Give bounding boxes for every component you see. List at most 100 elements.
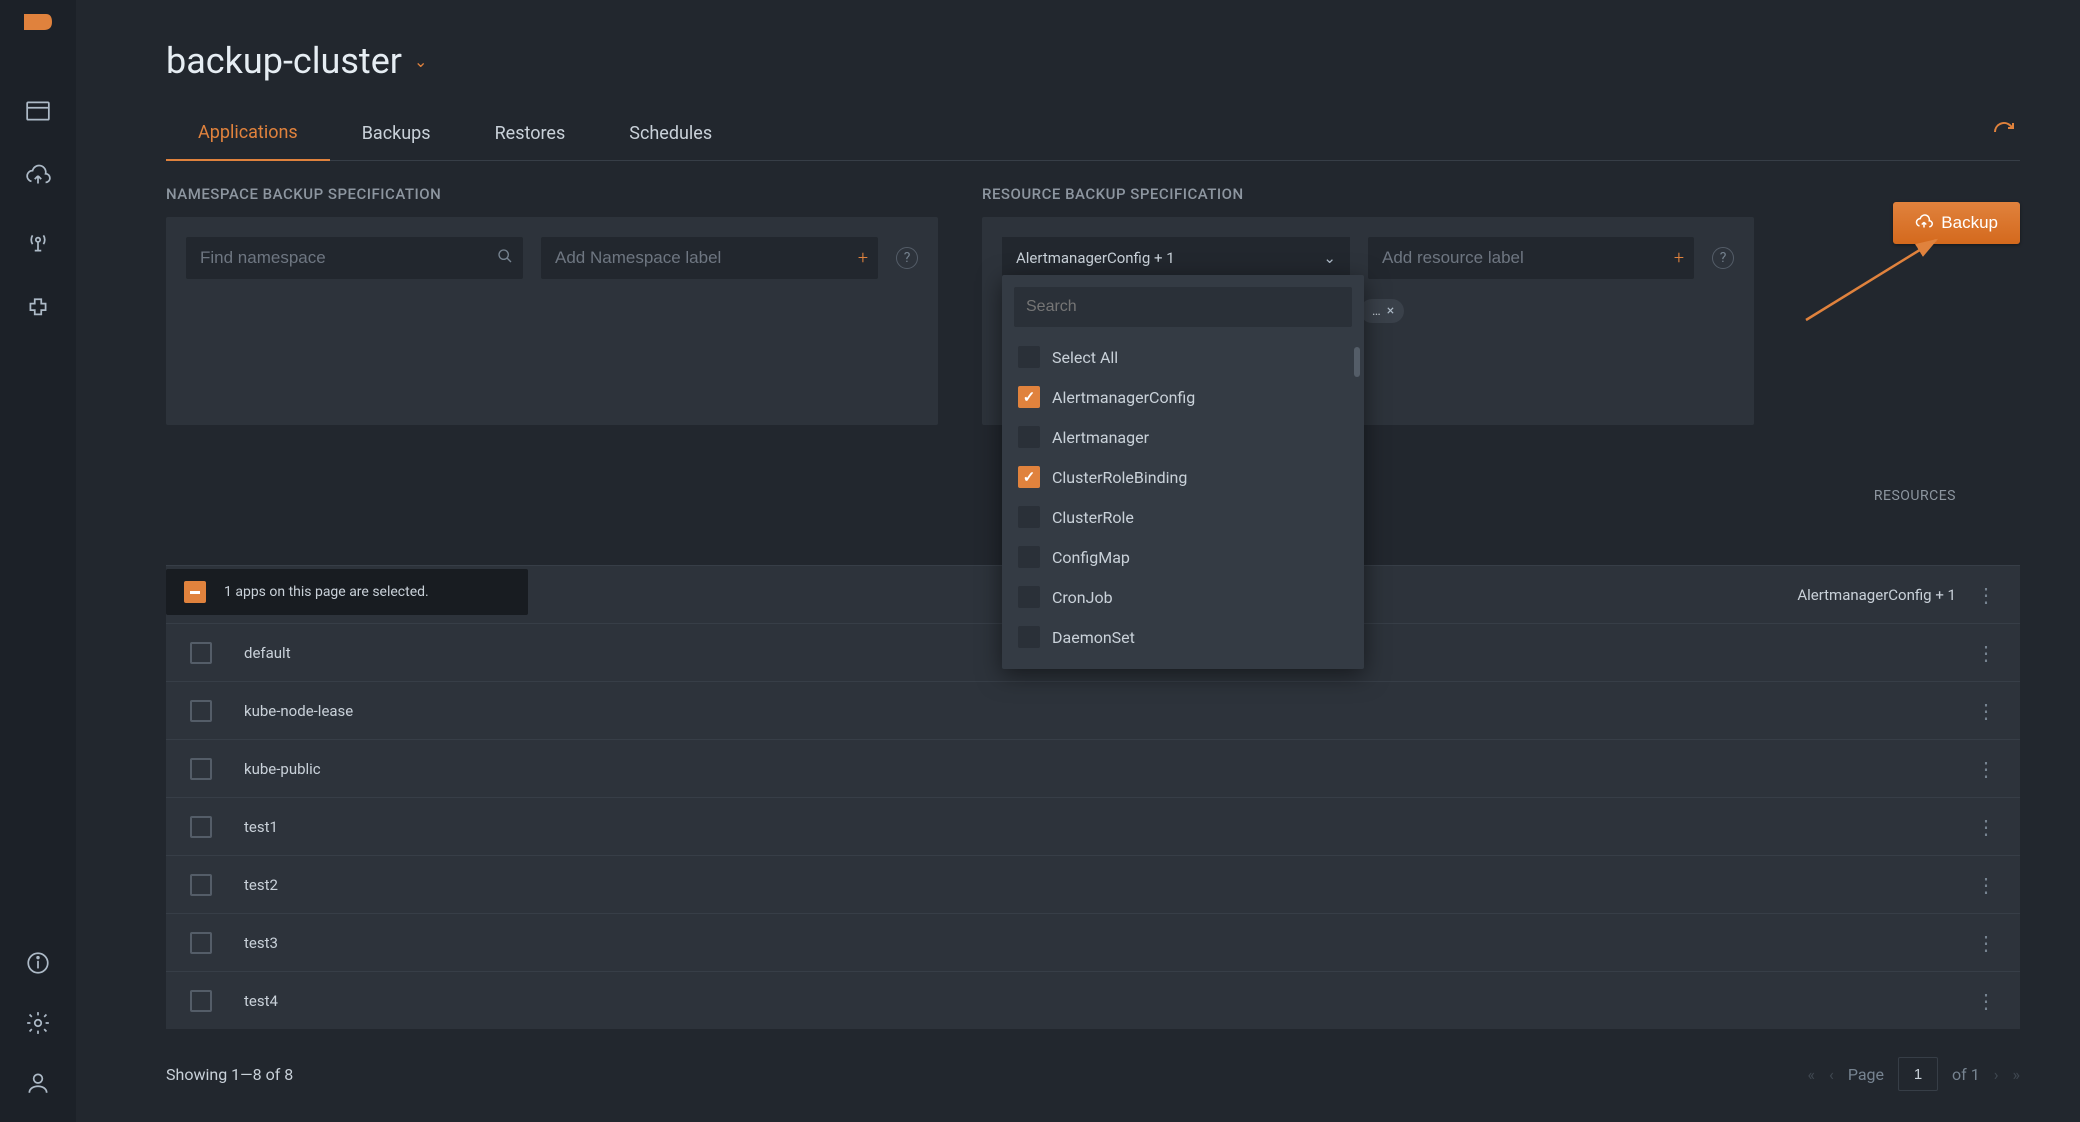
- page-current-input[interactable]: [1898, 1057, 1938, 1091]
- dropdown-item[interactable]: CronJob: [1014, 577, 1352, 617]
- resources-column-header: RESOURCES: [1874, 488, 1956, 504]
- row-name: kube-node-lease: [244, 702, 353, 720]
- checkbox-icon[interactable]: [1018, 346, 1040, 368]
- dashboard-icon[interactable]: [23, 96, 53, 126]
- row-menu-icon[interactable]: ⋮: [1976, 873, 1996, 897]
- page-of: of 1: [1952, 1065, 1980, 1084]
- page-next-icon[interactable]: ›: [1994, 1065, 1999, 1084]
- page-first-icon[interactable]: «: [1808, 1065, 1816, 1084]
- page-title-text: backup-cluster: [166, 40, 402, 82]
- main-content: backup-cluster ⌄ Applications Backups Re…: [76, 0, 2080, 1122]
- dropdown-item-label: AlertmanagerConfig: [1052, 388, 1195, 407]
- row-checkbox[interactable]: [190, 874, 212, 896]
- broadcast-icon[interactable]: [23, 228, 53, 258]
- selection-status-text: 1 apps on this page are selected.: [224, 584, 429, 600]
- dropdown-item[interactable]: ConfigMap: [1014, 537, 1352, 577]
- dropdown-item-label: ConfigMap: [1052, 548, 1130, 567]
- showing-text: Showing 1—8 of 8: [166, 1065, 293, 1084]
- dropdown-item[interactable]: ClusterRoleBinding: [1014, 457, 1352, 497]
- row-checkbox[interactable]: [190, 642, 212, 664]
- table-row[interactable]: kube-node-lease ⋮: [166, 681, 2020, 739]
- tab-applications[interactable]: Applications: [166, 106, 330, 161]
- sidebar: [0, 0, 76, 1122]
- row-name: kube-public: [244, 760, 321, 778]
- dropdown-item[interactable]: AlertmanagerConfig: [1014, 377, 1352, 417]
- tab-restores[interactable]: Restores: [463, 107, 598, 160]
- chevron-down-icon: ⌄: [1323, 249, 1336, 267]
- page-title[interactable]: backup-cluster ⌄: [166, 40, 2020, 82]
- resource-dropdown-menu: Select All AlertmanagerConfig Alertmanage…: [1002, 275, 1364, 669]
- dropdown-item[interactable]: Alertmanager: [1014, 417, 1352, 457]
- row-menu-icon[interactable]: ⋮: [1976, 757, 1996, 781]
- row-checkbox[interactable]: [190, 932, 212, 954]
- checkbox-icon[interactable]: [1018, 586, 1040, 608]
- dropdown-item-label: DaemonSet: [1052, 628, 1135, 647]
- dropdown-item-label: Alertmanager: [1052, 428, 1149, 447]
- row-menu-icon[interactable]: ⋮: [1976, 931, 1996, 955]
- table-row[interactable]: test2 ⋮: [166, 855, 2020, 913]
- row-menu-icon[interactable]: ⋮: [1976, 699, 1996, 723]
- dropdown-item[interactable]: ClusterRole: [1014, 497, 1352, 537]
- dropdown-item[interactable]: DaemonSet: [1014, 617, 1352, 657]
- dropdown-select-all[interactable]: Select All: [1014, 337, 1352, 377]
- row-menu-icon[interactable]: ⋮: [1976, 815, 1996, 839]
- logo-icon: [22, 10, 54, 46]
- checkbox-icon[interactable]: [1018, 546, 1040, 568]
- page-label: Page: [1848, 1065, 1884, 1084]
- scrollbar[interactable]: [1354, 347, 1360, 377]
- find-namespace-input[interactable]: [186, 237, 523, 279]
- row-name: test1: [244, 818, 278, 836]
- table-row[interactable]: test4 ⋮: [166, 971, 2020, 1029]
- settings-icon[interactable]: [23, 1008, 53, 1038]
- row-resources: AlertmanagerConfig + 1: [1797, 586, 1956, 604]
- row-checkbox[interactable]: [190, 700, 212, 722]
- checkbox-icon[interactable]: [1018, 426, 1040, 448]
- tabs: Applications Backups Restores Schedules: [166, 106, 2020, 161]
- row-checkbox[interactable]: [190, 816, 212, 838]
- dropdown-item-label: ClusterRole: [1052, 508, 1134, 527]
- backup-button[interactable]: Backup: [1893, 202, 2020, 244]
- plus-icon[interactable]: +: [1674, 248, 1684, 269]
- search-icon: [497, 248, 513, 268]
- namespace-section: NAMESPACE BACKUP SPECIFICATION + ?: [166, 185, 938, 425]
- add-namespace-label-input[interactable]: [541, 237, 878, 279]
- row-checkbox[interactable]: [190, 990, 212, 1012]
- selection-status-bar: 1 apps on this page are selected.: [166, 569, 528, 615]
- row-name: test2: [244, 876, 278, 894]
- row-menu-icon[interactable]: ⋮: [1976, 583, 1996, 607]
- namespace-section-label: NAMESPACE BACKUP SPECIFICATION: [166, 185, 938, 203]
- table-row[interactable]: kube-public ⋮: [166, 739, 2020, 797]
- page-last-icon[interactable]: »: [2013, 1065, 2021, 1084]
- help-icon[interactable]: ?: [1712, 247, 1734, 269]
- dropdown-item-label: ClusterRoleBinding: [1052, 468, 1187, 487]
- resource-chip: … ×: [1360, 299, 1404, 323]
- row-menu-icon[interactable]: ⋮: [1976, 641, 1996, 665]
- table-row[interactable]: test1 ⋮: [166, 797, 2020, 855]
- table-row[interactable]: test3 ⋮: [166, 913, 2020, 971]
- close-icon[interactable]: ×: [1387, 303, 1394, 319]
- plus-icon[interactable]: +: [858, 248, 868, 269]
- checkbox-icon[interactable]: [1018, 386, 1040, 408]
- checkbox-icon[interactable]: [1018, 466, 1040, 488]
- page-prev-icon[interactable]: ‹: [1829, 1065, 1834, 1084]
- add-resource-label-input[interactable]: [1368, 237, 1694, 279]
- dropdown-search-input[interactable]: [1014, 287, 1352, 327]
- resource-type-dropdown[interactable]: AlertmanagerConfig + 1 ⌄: [1002, 237, 1350, 279]
- checkbox-icon[interactable]: [1018, 626, 1040, 648]
- refresh-icon[interactable]: [1992, 120, 2016, 144]
- extension-icon[interactable]: [23, 294, 53, 324]
- help-icon[interactable]: ?: [896, 247, 918, 269]
- cloud-upload-icon[interactable]: [23, 162, 53, 192]
- tab-backups[interactable]: Backups: [330, 107, 463, 160]
- user-icon[interactable]: [23, 1068, 53, 1098]
- row-name: test4: [244, 992, 278, 1010]
- resource-section: RESOURCE BACKUP SPECIFICATION Alertmanag…: [982, 185, 1754, 425]
- checkbox-partial-icon[interactable]: [184, 581, 206, 603]
- info-icon[interactable]: [23, 948, 53, 978]
- chevron-down-icon: ⌄: [414, 52, 427, 71]
- tab-schedules[interactable]: Schedules: [597, 107, 744, 160]
- backup-button-label: Backup: [1941, 213, 1998, 233]
- row-menu-icon[interactable]: ⋮: [1976, 989, 1996, 1013]
- checkbox-icon[interactable]: [1018, 506, 1040, 528]
- row-checkbox[interactable]: [190, 758, 212, 780]
